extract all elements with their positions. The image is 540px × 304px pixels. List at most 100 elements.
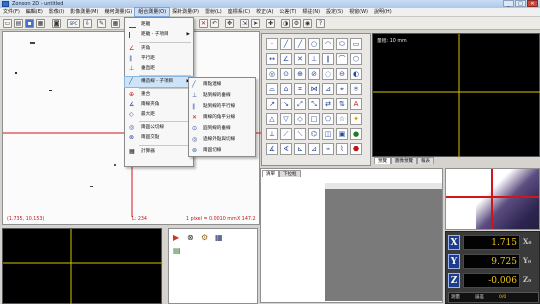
run-icon[interactable]: ▶ <box>173 233 182 242</box>
menu-item-perp[interactable]: ⊥ 垂直距 <box>125 64 193 74</box>
table-icon[interactable]: ▦ <box>215 233 224 242</box>
tab-list[interactable]: 清單 <box>262 170 279 177</box>
tool-parallel-icon[interactable]: ∥ <box>322 53 334 65</box>
new-icon[interactable]: ▭ <box>3 19 12 28</box>
tool-stop-icon[interactable]: ⬣ <box>350 143 362 155</box>
file-icon[interactable]: ▤ <box>173 246 182 255</box>
submenu-item-3[interactable]: ∥ 點到線的平行線 <box>189 102 255 112</box>
tool-a5-icon[interactable]: ◌ <box>322 68 334 80</box>
submenu-item-4[interactable]: ✕ 兩線的角平分線 <box>189 113 255 123</box>
menu-laser[interactable]: 雷射(L) <box>202 8 225 16</box>
cursor-icon[interactable]: ➤ <box>251 19 260 28</box>
settings-icon[interactable]: ⚙ <box>292 19 301 28</box>
tool-dist-icon[interactable]: ↔ <box>266 53 278 65</box>
tool-point-icon[interactable]: · <box>266 38 278 50</box>
tool-f4-icon[interactable]: ⊿ <box>308 143 320 155</box>
menu-tolerance[interactable]: 公差(T) <box>276 8 299 16</box>
tool-mid-icon[interactable]: ⊥ <box>308 53 320 65</box>
menu-calibrate[interactable]: 校正(A) <box>253 8 276 16</box>
tool-angle-icon[interactable]: ∠ <box>280 53 292 65</box>
submenu-item-6[interactable]: ◎ 過線外點與切線 <box>189 135 255 145</box>
tool-e3-icon[interactable]: ⟍ <box>294 128 306 140</box>
menu-item-intersection[interactable]: ⊗ 兩圓交點 <box>125 133 193 143</box>
tool-f2-icon[interactable]: ∢ <box>280 143 292 155</box>
tool-d7-icon[interactable]: ✦ <box>350 113 362 125</box>
menu-settings[interactable]: 設定(S) <box>323 8 346 16</box>
maximize-button[interactable]: □ <box>515 0 526 7</box>
tool-circle-icon[interactable]: ○ <box>308 38 320 50</box>
tool-d6-icon[interactable]: ☆ <box>336 113 348 125</box>
tool-line-icon[interactable]: ╱ <box>280 38 292 50</box>
tool-c6-icon[interactable]: ⇅ <box>336 98 348 110</box>
menu-item-distance-sub[interactable]: 距離 - 子項目 ▶ <box>125 30 193 40</box>
submenu-item-5[interactable]: ⊙ 圓到線的垂線 <box>189 124 255 134</box>
menu-edit[interactable]: 編輯(E) <box>23 8 46 16</box>
menu-file[interactable]: 文件(F) <box>0 8 23 16</box>
undo-icon[interactable]: ↶ <box>210 19 219 28</box>
ccd-icon[interactable]: ◙ <box>52 19 61 28</box>
menu-image[interactable]: 影像(I) <box>46 8 67 16</box>
grid-icon[interactable]: ▦ <box>111 19 120 28</box>
submenu-item-2[interactable]: ⊥ 點到線的垂線 <box>189 91 255 101</box>
menu-item-tangent[interactable]: ◎ 兩圓公切線 <box>125 123 193 133</box>
tool-a2-icon[interactable]: ⊙ <box>280 68 292 80</box>
tool-c3-icon[interactable]: ⤢ <box>294 98 306 110</box>
menu-coord[interactable]: 座標系(C) <box>225 8 253 16</box>
light-icon[interactable]: ✚ <box>266 19 275 28</box>
tool-d5-icon[interactable]: ⬠ <box>322 113 334 125</box>
menu-combined[interactable]: 組合測量(O) <box>134 7 171 17</box>
cancel-icon[interactable]: ✕ <box>199 19 208 28</box>
tool-f6-icon[interactable]: ⌇ <box>336 143 348 155</box>
tool-b3-icon[interactable]: ⌗ <box>294 83 306 95</box>
tab-image-preview[interactable]: 圖像預覽 <box>391 157 417 164</box>
close-button[interactable]: ✕ <box>527 0 538 7</box>
zoom-view[interactable] <box>445 168 540 230</box>
export-icon[interactable]: ⇩ <box>83 19 92 28</box>
preview-view[interactable]: 量程: 10 mm <box>372 33 540 158</box>
stop-icon[interactable]: ⊗ <box>187 233 196 242</box>
tool-a4-icon[interactable]: ⊘ <box>308 68 320 80</box>
save-icon[interactable]: ▪ <box>25 19 34 28</box>
tool-e7-icon[interactable]: ● <box>350 128 362 140</box>
zoom-icon[interactable]: ◉ <box>303 19 312 28</box>
tool-c2-icon[interactable]: ↘ <box>280 98 292 110</box>
tool-b4-icon[interactable]: ⋈ <box>308 83 320 95</box>
camera-icon[interactable]: ◑ <box>281 19 290 28</box>
menu-image-measure[interactable]: 影像測量(M) <box>67 8 101 16</box>
tab-report[interactable]: 報表 <box>417 157 434 164</box>
tool-e4-icon[interactable]: ⌬ <box>308 128 320 140</box>
tool-f1-icon[interactable]: ∡ <box>266 143 278 155</box>
print-icon[interactable]: ▦ <box>36 19 45 28</box>
menu-item-two-line-angle[interactable]: ∡ 兩線夾角 <box>125 100 193 110</box>
tool-d3-icon[interactable]: ◇ <box>294 113 306 125</box>
menu-item-max-dist[interactable]: ◇ 最大距 <box>125 110 193 120</box>
tools-icon[interactable]: ⚙ <box>201 233 210 242</box>
y-zero-button[interactable]: Y₀ <box>523 256 531 265</box>
secondary-view[interactable] <box>2 228 163 304</box>
tool-f3-icon[interactable]: ⊾ <box>294 143 306 155</box>
tool-c4-icon[interactable]: ⤡ <box>308 98 320 110</box>
select-icon[interactable]: ⇲ <box>240 19 249 28</box>
tool-polygon-icon[interactable]: ⬡ <box>350 53 362 65</box>
tool-a3-icon[interactable]: ⊕ <box>294 68 306 80</box>
tool-c7-icon[interactable]: A <box>350 98 362 110</box>
tool-e1-icon[interactable]: ⟂ <box>266 128 278 140</box>
menu-annotate[interactable]: 標註(N) <box>299 8 323 16</box>
menu-item-parallel[interactable]: ∥ 平行距 <box>125 54 193 64</box>
menu-window[interactable]: 視窗(W) <box>346 8 371 16</box>
tool-b6-icon[interactable]: ⌖ <box>336 83 348 95</box>
tool-arc-icon[interactable]: ◠ <box>322 38 334 50</box>
tool-e5-icon[interactable]: ◫ <box>322 128 334 140</box>
tab-dropdown[interactable]: 下拉框 <box>279 170 301 177</box>
open-icon[interactable]: ▤ <box>14 19 23 28</box>
tool-d2-icon[interactable]: ▽ <box>280 113 292 125</box>
tool-cross-icon[interactable]: ✕ <box>294 53 306 65</box>
help-icon[interactable]: ? <box>316 19 325 28</box>
x-zero-button[interactable]: X₀ <box>523 237 532 246</box>
tool-a6-icon[interactable]: ⊖ <box>336 68 348 80</box>
tool-e2-icon[interactable]: ⟋ <box>280 128 292 140</box>
move-icon[interactable]: ✥ <box>225 19 234 28</box>
list-content[interactable] <box>325 183 442 301</box>
tool-a1-icon[interactable]: ◎ <box>266 68 278 80</box>
menu-probe[interactable]: 探針測量(P) <box>169 8 202 16</box>
